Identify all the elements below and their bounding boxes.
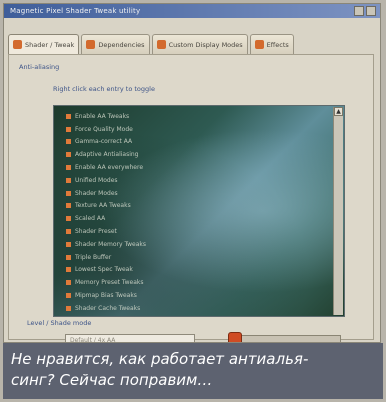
level-slider-thumb[interactable] [228, 332, 242, 342]
tab-label: Custom Display Modes [168, 40, 243, 49]
checkbox-icon[interactable] [66, 203, 71, 209]
tab-bar: Shader / Tweak Dependencies Custom Displ… [8, 34, 378, 54]
tab-shader-tweak[interactable]: Shader / Tweak [8, 34, 80, 54]
tab-dependencies-icon [86, 40, 96, 49]
list-item[interactable]: Shader Memory Tweaks [66, 238, 146, 251]
list-item-label: Texture AA Tweaks [75, 202, 131, 210]
level-input[interactable]: Default / 4x AA [65, 334, 195, 342]
checkbox-icon[interactable] [66, 229, 71, 235]
checkbox-icon[interactable] [66, 113, 71, 119]
level-field-label: Level / Shade mode [27, 319, 92, 327]
list-item[interactable]: Triple Buffer [66, 251, 146, 264]
checkbox-icon[interactable] [66, 190, 71, 196]
window-titlebar: Magnetic Pixel Shader Tweak utility [4, 4, 380, 18]
list-item-label: Gamma-correct AA [75, 138, 133, 146]
list-item[interactable]: Gamma-correct AA [66, 136, 146, 149]
list-item[interactable]: Shader Modes [66, 187, 146, 200]
list-item-label: Unified Modes [75, 176, 118, 184]
tab-label: Dependencies [98, 40, 145, 49]
minimize-button[interactable] [354, 6, 364, 16]
options-listbox[interactable]: Enable AA Tweaks Force Quality Mode Gamma-… [53, 105, 345, 317]
list-item-label: Scaled AA [75, 215, 106, 223]
list-item[interactable]: Adaptive Antialiasing [66, 148, 146, 161]
checkbox-icon[interactable] [66, 177, 71, 183]
list-item[interactable]: Lowest Spec Tweak [66, 264, 146, 277]
window-title: Magnetic Pixel Shader Tweak utility [10, 7, 141, 15]
list-item-label: Enable AA Tweaks [75, 112, 130, 120]
checkbox-icon[interactable] [66, 254, 71, 260]
tab-dependencies[interactable]: Dependencies [81, 34, 150, 54]
checkbox-icon[interactable] [66, 267, 71, 273]
checkbox-icon[interactable] [66, 280, 71, 286]
caption-line-2: синг? Сейчас поправим… [11, 371, 213, 389]
list-item[interactable]: Shader Cache Tweaks [66, 302, 146, 315]
list-item-label: Enable AA everywhere [75, 164, 144, 172]
checkbox-icon[interactable] [66, 293, 71, 299]
checkbox-icon[interactable] [66, 152, 71, 158]
list-item-label: Mipmap Bias Tweaks [75, 292, 137, 300]
list-item-label: Shader Preset [75, 228, 117, 236]
list-item[interactable]: Texture AA Tweaks [66, 200, 146, 213]
list-scrollbar[interactable]: ▲ [333, 107, 343, 315]
photo-caption: Не нравится, как работает антиалья- синг… [3, 343, 383, 399]
tab-shader-icon [13, 40, 22, 49]
tweak-utility-window: Magnetic Pixel Shader Tweak utility Shad… [3, 3, 381, 343]
list-item[interactable]: Force Quality Mode [66, 123, 146, 136]
list-item[interactable]: Unified Modes [66, 174, 146, 187]
checkbox-icon[interactable] [66, 241, 71, 247]
checkbox-icon[interactable] [66, 305, 71, 311]
list-item-label: Memory Preset Tweaks [75, 279, 144, 287]
group-label: Anti-aliasing [19, 63, 60, 71]
options-list: Enable AA Tweaks Force Quality Mode Gamma-… [66, 110, 146, 315]
list-item-label: Shader Memory Tweaks [75, 240, 147, 248]
list-item-label: Shader Cache Tweaks [75, 304, 141, 312]
list-item[interactable]: Enable AA Tweaks [66, 110, 146, 123]
tab-effects[interactable]: Effects [249, 34, 294, 54]
tab-custom-display-modes[interactable]: Custom Display Modes [151, 34, 248, 54]
tab-label: Effects [266, 40, 289, 49]
level-slider-track[interactable] [231, 335, 341, 342]
list-item[interactable]: Memory Preset Tweaks [66, 276, 146, 289]
checkbox-icon[interactable] [66, 165, 71, 171]
checkbox-icon[interactable] [66, 216, 71, 222]
checkbox-icon[interactable] [66, 139, 71, 145]
checkbox-icon[interactable] [66, 126, 71, 132]
tab-label: Shader / Tweak [25, 40, 75, 49]
window-controls [354, 6, 376, 16]
list-item[interactable]: Enable AA everywhere [66, 161, 146, 174]
list-item[interactable]: Scaled AA [66, 212, 146, 225]
list-item-label: Lowest Spec Tweak [75, 266, 133, 274]
scroll-up-arrow-icon[interactable]: ▲ [334, 107, 343, 116]
settings-panel: Anti-aliasing Right click each entry to … [8, 54, 374, 342]
list-item-label: Shader Modes [75, 189, 118, 197]
list-item[interactable]: Shader Preset [66, 225, 146, 238]
close-button[interactable] [366, 6, 376, 16]
caption-line-1: Не нравится, как работает антиалья- [11, 350, 309, 368]
tab-display-icon [156, 40, 166, 49]
list-item[interactable]: Mipmap Bias Tweaks [66, 289, 146, 302]
list-item-label: Adaptive Antialiasing [75, 151, 139, 159]
list-item-label: Force Quality Mode [75, 125, 133, 133]
list-item-label: Triple Buffer [75, 253, 112, 261]
instruction-label: Right click each entry to toggle [53, 85, 155, 93]
tab-effects-icon [254, 40, 264, 49]
